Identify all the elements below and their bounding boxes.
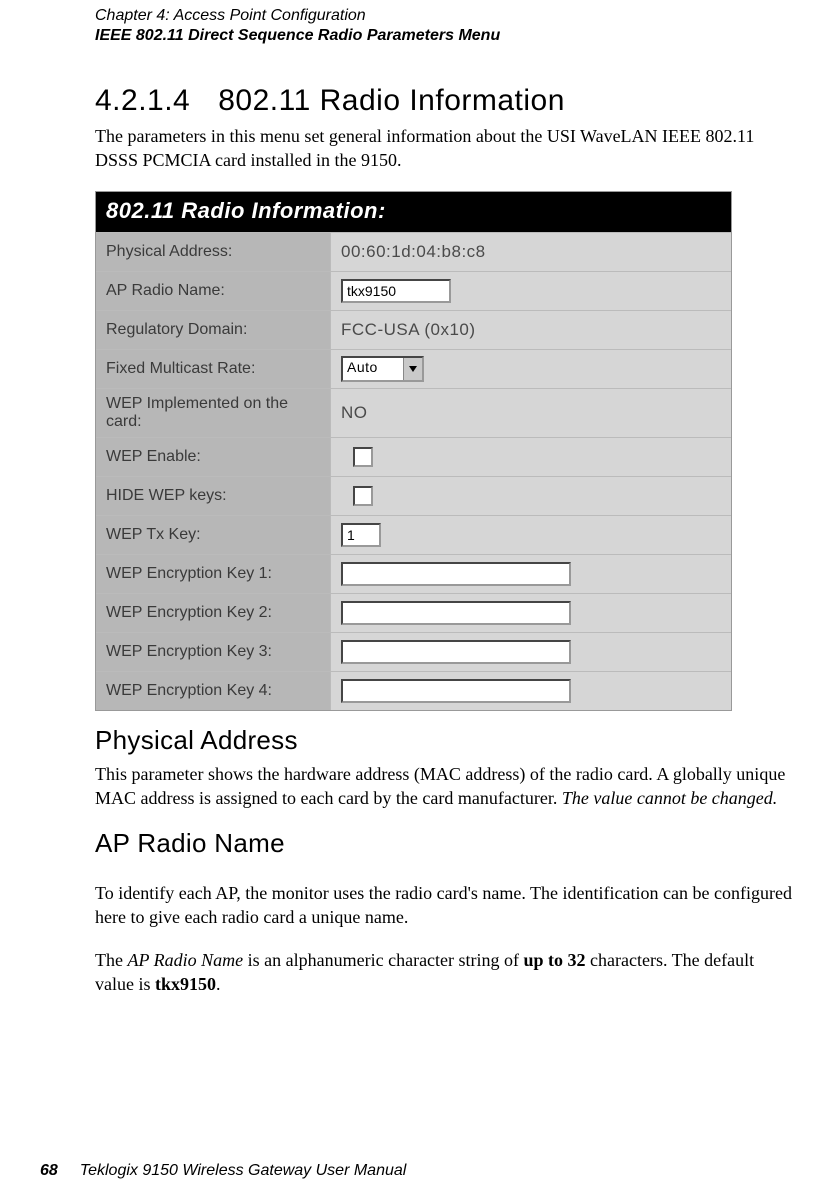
- paragraph-ap-radio-name-2: The AP Radio Name is an alphanumeric cha…: [95, 948, 794, 997]
- label-wep-key-1: WEP Encryption Key 1:: [96, 555, 331, 593]
- panel-title: 802.11 Radio Information:: [96, 192, 731, 232]
- heading-physical-address: Physical Address: [95, 725, 794, 756]
- section-path: IEEE 802.11 Direct Sequence Radio Parame…: [95, 27, 500, 44]
- value-regulatory-domain: FCC-USA (0x10): [331, 311, 731, 349]
- label-wep-key-3: WEP Encryption Key 3:: [96, 633, 331, 671]
- row-wep-implemented: WEP Implemented on the card: NO: [96, 388, 731, 437]
- ap-radio-name-input[interactable]: [341, 279, 451, 303]
- label-regulatory-domain: Regulatory Domain:: [96, 311, 331, 349]
- label-wep-implemented: WEP Implemented on the card:: [96, 389, 331, 437]
- chapter-prefix: Chapter 4:: [95, 7, 174, 24]
- row-regulatory-domain: Regulatory Domain: FCC-USA (0x10): [96, 310, 731, 349]
- label-fixed-multicast-rate: Fixed Multicast Rate:: [96, 350, 331, 388]
- row-wep-key-2: WEP Encryption Key 2:: [96, 593, 731, 632]
- page-footer: 68 Teklogix 9150 Wireless Gateway User M…: [0, 1162, 834, 1180]
- section-title: 802.11 Radio Information: [218, 84, 565, 117]
- label-ap-radio-name: AP Radio Name:: [96, 272, 331, 310]
- label-physical-address: Physical Address:: [96, 233, 331, 271]
- radio-info-panel: 802.11 Radio Information: Physical Addre…: [95, 191, 732, 711]
- wep-key-1-input[interactable]: [341, 562, 571, 586]
- row-physical-address: Physical Address: 00:60:1d:04:b8:c8: [96, 232, 731, 271]
- row-fixed-multicast-rate: Fixed Multicast Rate: Auto: [96, 349, 731, 388]
- select-value: Auto: [343, 358, 403, 380]
- value-wep-implemented: NO: [331, 389, 731, 437]
- label-wep-tx-key: WEP Tx Key:: [96, 516, 331, 554]
- row-wep-key-1: WEP Encryption Key 1:: [96, 554, 731, 593]
- page-number: 68: [40, 1162, 58, 1180]
- row-wep-key-3: WEP Encryption Key 3:: [96, 632, 731, 671]
- row-wep-key-4: WEP Encryption Key 4:: [96, 671, 731, 710]
- wep-key-2-input[interactable]: [341, 601, 571, 625]
- row-wep-enable: WEP Enable:: [96, 437, 731, 476]
- label-wep-key-4: WEP Encryption Key 4:: [96, 672, 331, 710]
- chapter-title: Access Point Configuration: [174, 7, 366, 24]
- label-hide-wep-keys: HIDE WEP keys:: [96, 477, 331, 515]
- manual-title: Teklogix 9150 Wireless Gateway User Manu…: [80, 1162, 407, 1180]
- running-header: Chapter 4: Access Point Configuration IE…: [95, 0, 794, 46]
- fixed-multicast-rate-select[interactable]: Auto: [341, 356, 424, 382]
- section-heading: 4.2.1.4 802.11 Radio Information: [95, 84, 794, 118]
- heading-ap-radio-name: AP Radio Name: [95, 828, 794, 859]
- wep-enable-checkbox[interactable]: [353, 447, 373, 467]
- intro-paragraph: The parameters in this menu set general …: [95, 124, 794, 173]
- wep-key-4-input[interactable]: [341, 679, 571, 703]
- value-physical-address: 00:60:1d:04:b8:c8: [331, 233, 731, 271]
- hide-wep-keys-checkbox[interactable]: [353, 486, 373, 506]
- paragraph-physical-address: This parameter shows the hardware addres…: [95, 762, 794, 811]
- row-wep-tx-key: WEP Tx Key:: [96, 515, 731, 554]
- paragraph-ap-radio-name-1: To identify each AP, the monitor uses th…: [95, 881, 794, 930]
- label-wep-key-2: WEP Encryption Key 2:: [96, 594, 331, 632]
- wep-tx-key-input[interactable]: [341, 523, 381, 547]
- wep-key-3-input[interactable]: [341, 640, 571, 664]
- row-hide-wep-keys: HIDE WEP keys:: [96, 476, 731, 515]
- chevron-down-icon: [403, 358, 422, 380]
- section-number: 4.2.1.4: [95, 84, 190, 118]
- label-wep-enable: WEP Enable:: [96, 438, 331, 476]
- row-ap-radio-name: AP Radio Name:: [96, 271, 731, 310]
